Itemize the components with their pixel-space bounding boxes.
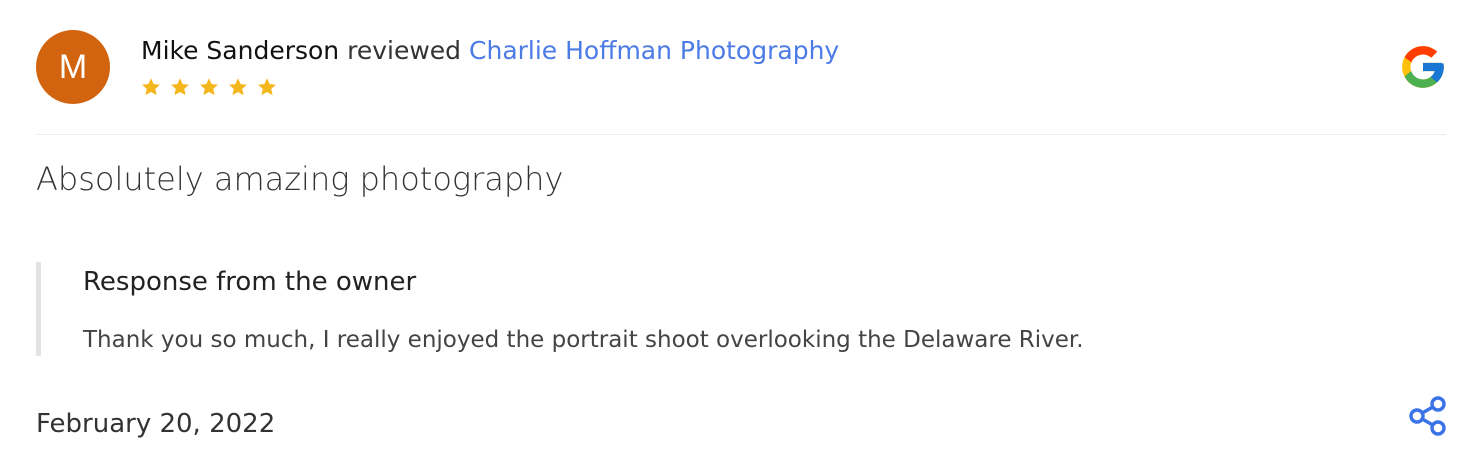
star-icon (258, 78, 276, 96)
review-title: Absolutely amazing photography (36, 160, 564, 198)
divider (36, 134, 1446, 135)
share-icon[interactable] (1406, 394, 1450, 438)
google-g-icon (1402, 46, 1444, 88)
review-date: February 20, 2022 (36, 409, 276, 439)
owner-response-heading: Response from the owner (83, 267, 417, 297)
reviewer-name[interactable]: Mike Sanderson (141, 36, 339, 65)
star-icon (142, 78, 160, 96)
avatar: M (36, 30, 110, 104)
avatar-initial: M (58, 47, 88, 86)
review-header: Mike Sanderson reviewed Charlie Hoffman … (141, 34, 839, 68)
star-rating (140, 76, 278, 98)
owner-response-text: Thank you so much, I really enjoyed the … (83, 327, 1084, 353)
owner-response: Response from the owner Thank you so muc… (36, 262, 1241, 356)
reviewed-label: reviewed (347, 36, 462, 65)
business-link[interactable]: Charlie Hoffman Photography (469, 36, 839, 65)
star-icon (171, 78, 189, 96)
star-icon (200, 78, 218, 96)
star-icon (229, 78, 247, 96)
